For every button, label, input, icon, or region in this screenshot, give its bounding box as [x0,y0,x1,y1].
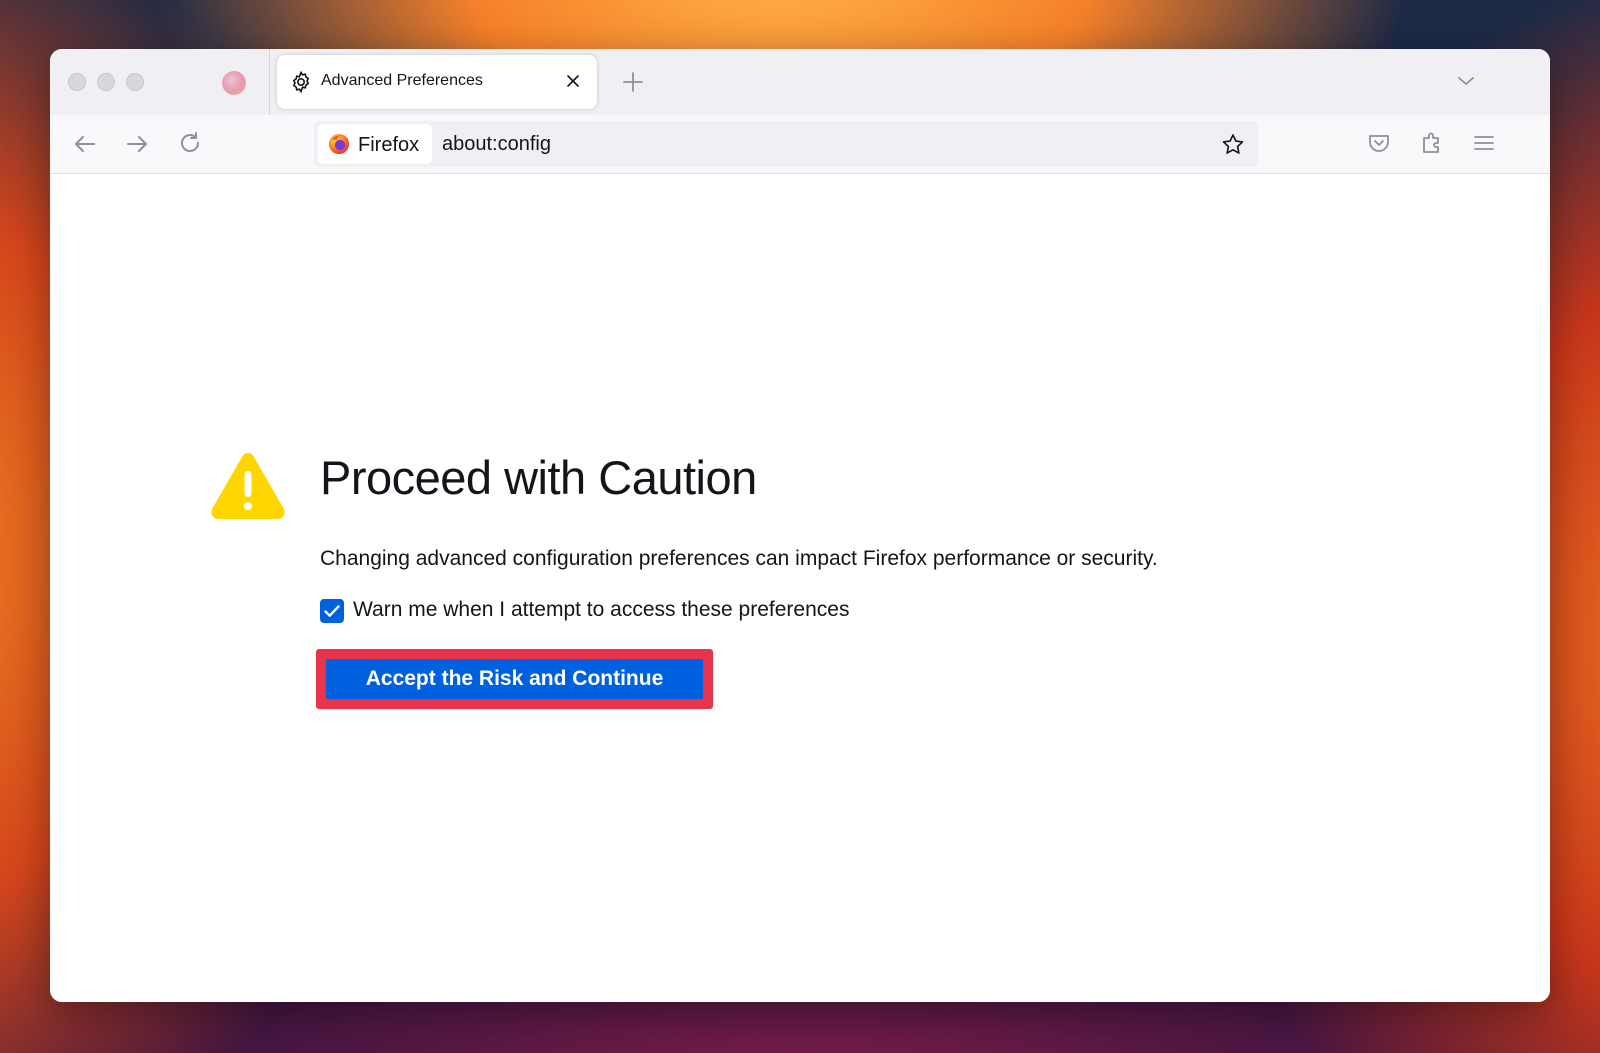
page-content: Proceed with Caution Changing advanced c… [50,174,1550,1002]
pocket-icon[interactable] [1365,129,1393,157]
tab-title: Advanced Preferences [321,72,483,89]
identity-box[interactable]: Firefox [318,124,432,164]
reload-icon[interactable] [175,129,205,159]
url-bar[interactable]: Firefox about:config [314,121,1258,167]
warn-checkbox[interactable] [320,599,344,623]
warning-icon [211,453,285,519]
warning-description: Changing advanced configuration preferen… [320,547,1158,570]
url-input[interactable]: about:config [442,133,551,156]
tab-divider [269,49,270,115]
navigation-toolbar: Firefox about:config [50,115,1550,174]
warn-checkbox-label[interactable]: Warn me when I attempt to access these p… [353,598,849,622]
accept-risk-button[interactable]: Accept the Risk and Continue [326,659,703,699]
tab-advanced-preferences[interactable]: Advanced Preferences [277,55,597,109]
browser-window: Advanced Preferences Firefox about:confi… [50,49,1550,1002]
window-zoom-button[interactable] [126,73,144,91]
checkmark-icon [324,605,340,617]
star-bookmark-icon[interactable] [1220,132,1246,158]
window-close-button[interactable] [68,73,86,91]
identity-label: Firefox [358,134,420,156]
chevron-down-icon[interactable] [1454,69,1478,93]
close-icon[interactable] [561,69,585,93]
gear-icon [292,70,310,94]
hamburger-menu-icon[interactable] [1470,129,1498,157]
forward-arrow-icon[interactable] [122,129,152,159]
new-tab-plus-icon[interactable] [620,69,646,95]
back-arrow-icon[interactable] [70,129,100,159]
extensions-puzzle-icon[interactable] [1418,129,1446,157]
tab-bar: Advanced Preferences [50,49,1550,115]
firefox-view-icon[interactable] [222,71,246,95]
firefox-logo-icon [329,134,349,154]
page-title: Proceed with Caution [320,451,757,504]
window-minimize-button[interactable] [97,73,115,91]
